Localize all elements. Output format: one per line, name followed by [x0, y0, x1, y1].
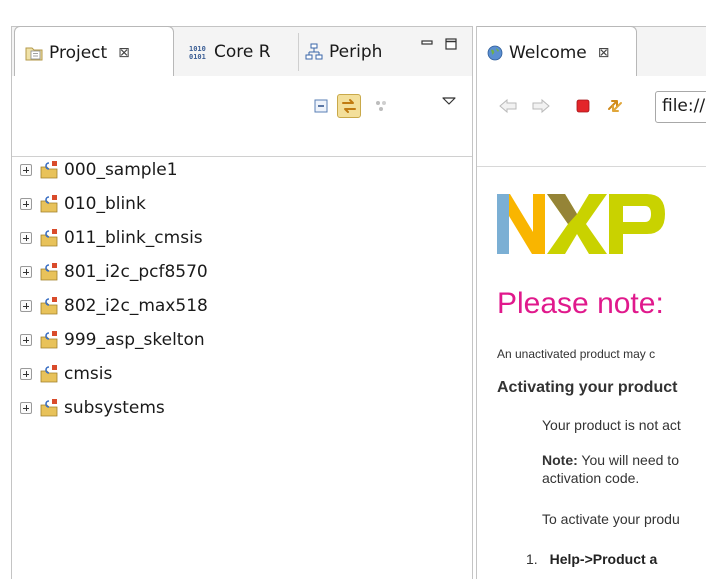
top-strip: [0, 0, 706, 26]
expand-icon[interactable]: [20, 334, 32, 346]
tree-item[interactable]: 011_blink_cmsis: [20, 226, 203, 250]
activate-instruction-text: To activate your produ: [542, 511, 680, 527]
expand-icon[interactable]: [20, 402, 32, 414]
binary-registers-icon: 1010 0101: [189, 45, 206, 61]
expand-icon[interactable]: [20, 198, 32, 210]
project-folder-icon: [25, 47, 43, 60]
expand-icon[interactable]: [20, 266, 32, 278]
tree-item-label: 010_blink: [64, 194, 146, 214]
chevron-down-icon: [442, 97, 456, 105]
right-tab-bar: Welcome ⊠: [477, 26, 706, 78]
note-text: You will need to: [577, 452, 679, 468]
forward-button[interactable]: [530, 95, 552, 117]
intro-text: An unactivated product may c: [497, 347, 656, 361]
tab-welcome-close-icon[interactable]: ⊠: [598, 45, 610, 61]
tree-item[interactable]: cmsis: [20, 362, 112, 386]
c-project-icon: [40, 195, 58, 213]
tree-item-label: 999_asp_skelton: [64, 330, 205, 350]
note-line-2: activation code.: [542, 470, 640, 486]
project-explorer-pane: Project ⊠ 1010 0101 Core R Periph 000_sa…: [11, 26, 473, 579]
maximize-icon[interactable]: [444, 37, 458, 51]
tree-item-label: 000_sample1: [64, 160, 178, 180]
url-input[interactable]: file://: [655, 91, 706, 123]
svg-text:1010: 1010: [189, 45, 206, 53]
not-activated-text: Your product is not act: [542, 417, 681, 433]
welcome-editor-pane: Welcome ⊠ file:// Please note: An unacti…: [476, 26, 706, 579]
c-project-icon: [40, 263, 58, 281]
stop-icon: [576, 99, 590, 113]
minimize-icon[interactable]: [420, 37, 434, 51]
c-project-icon: [40, 365, 58, 383]
tab-peripherals[interactable]: Periph: [305, 27, 409, 77]
stop-button[interactable]: [572, 95, 594, 117]
note-heading: Please note:: [497, 287, 664, 320]
back-button[interactable]: [497, 95, 519, 117]
link-arrows-icon: [342, 99, 356, 113]
c-project-icon: [40, 399, 58, 417]
refresh-arrows-icon: [608, 100, 622, 112]
refresh-button[interactable]: [604, 95, 626, 117]
welcome-content: Please note: An unactivated product may …: [477, 167, 706, 579]
tab-project-label: Project: [49, 42, 108, 63]
link-with-editor-button[interactable]: [337, 94, 361, 118]
expand-icon[interactable]: [20, 368, 32, 380]
tree-item[interactable]: 802_i2c_max518: [20, 294, 208, 318]
tab-core-registers[interactable]: 1010 0101 Core R: [188, 27, 294, 77]
tab-peripherals-label: Periph: [329, 42, 383, 62]
tree-item-label: cmsis: [64, 364, 113, 384]
list-item: 1. Help->Product a: [526, 551, 657, 567]
tree-item[interactable]: 999_asp_skelton: [20, 328, 205, 352]
expand-icon[interactable]: [20, 300, 32, 312]
project-toolbar: [12, 76, 472, 157]
collapse-all-button[interactable]: [309, 94, 333, 118]
c-project-icon: [40, 161, 58, 179]
globe-icon: [487, 45, 503, 60]
browser-toolbar: file://: [477, 76, 706, 167]
view-menu-button[interactable]: [437, 89, 461, 113]
tree-item[interactable]: 010_blink: [20, 192, 146, 216]
tree-item[interactable]: 801_i2c_pcf8570: [20, 260, 208, 284]
tab-welcome-label: Welcome: [509, 42, 587, 63]
nxp-logo: [497, 194, 665, 254]
tree-item-label: 802_i2c_max518: [64, 296, 208, 316]
note-label: Note:: [542, 452, 578, 468]
activating-heading: Activating your product: [497, 379, 678, 396]
tab-welcome[interactable]: Welcome ⊠: [477, 26, 637, 78]
c-project-icon: [40, 297, 58, 315]
expand-icon[interactable]: [20, 164, 32, 176]
left-tab-bar: Project ⊠ 1010 0101 Core R Periph: [12, 26, 472, 78]
note-paragraph: Note: You will need to: [542, 452, 679, 468]
tree-item-label: 011_blink_cmsis: [64, 228, 203, 248]
list-number: 1.: [526, 551, 538, 567]
tree-item-label: subsystems: [64, 398, 165, 418]
c-project-icon: [40, 331, 58, 349]
tab-project[interactable]: Project ⊠: [14, 26, 174, 78]
tab-divider: [298, 33, 299, 71]
tree-item[interactable]: 000_sample1: [20, 158, 178, 182]
peripherals-tree-icon: [305, 43, 323, 60]
svg-text:0101: 0101: [189, 53, 206, 61]
back-arrow-icon: [499, 98, 517, 114]
tab-project-close-icon[interactable]: ⊠: [118, 45, 130, 61]
tree-item-label: 801_i2c_pcf8570: [64, 262, 208, 282]
filter-button[interactable]: [369, 94, 393, 118]
c-project-icon: [40, 229, 58, 247]
collapse-all-icon: [314, 99, 328, 113]
filter-dots-icon: [376, 101, 386, 111]
menu-path-link[interactable]: Help->Product a: [550, 551, 658, 567]
forward-arrow-icon: [532, 98, 550, 114]
expand-icon[interactable]: [20, 232, 32, 244]
tree-item[interactable]: subsystems: [20, 396, 165, 420]
tab-core-registers-label: Core R: [214, 42, 271, 62]
